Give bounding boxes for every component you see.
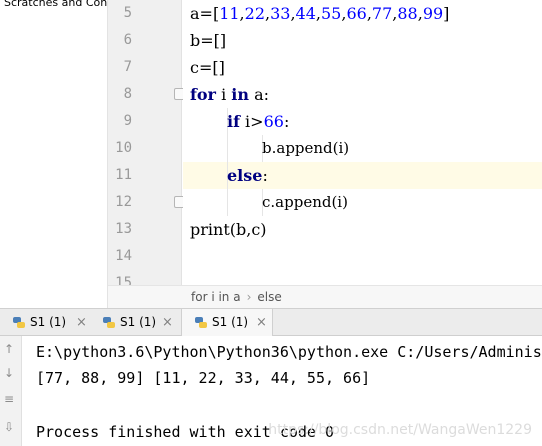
console-toolbar: ↑ ↓ ≡ ⇩ [0,336,22,446]
run-tab-2[interactable]: S1 (1) × [90,309,185,336]
arrow-up-icon[interactable]: ↑ [4,342,14,356]
code-line-if[interactable]: if i>66: [227,108,289,135]
run-tab-3[interactable]: S1 (1) × [181,309,273,336]
line-number: 12 [115,194,132,210]
soft-wrap-icon[interactable]: ≡ [4,392,14,406]
close-tab-icon[interactable]: × [76,309,87,336]
run-tab-label: S1 (1) [212,315,249,329]
code-line-else[interactable]: else: [227,162,268,189]
code-line-b-append[interactable]: b.append(i) [262,135,349,162]
line-number: 13 [115,221,132,237]
scroll-end-icon[interactable]: ⇩ [4,420,14,434]
gutter-footer [108,285,183,308]
breadcrumb-item-else[interactable]: else [257,290,281,304]
breadcrumb: for i in a › else [183,285,542,308]
line-number: 14 [115,248,132,264]
line-number: 10 [115,140,132,156]
run-tab-label: S1 (1) [30,315,67,329]
python-icon [195,317,207,328]
breadcrumb-item-for[interactable]: for i in a [191,290,241,304]
line-number: 8 [123,86,132,102]
run-tab-1[interactable]: S1 (1) × [0,309,95,336]
arrow-down-icon[interactable]: ↓ [4,366,14,380]
line-number: 9 [123,113,132,129]
line-number: 6 [123,32,132,48]
close-tab-icon[interactable]: × [256,309,267,336]
code-editor[interactable]: a=[11,22,33,44,55,66,77,88,99] b=[] c=[]… [183,0,542,285]
python-icon [13,317,25,328]
python-icon [103,317,115,328]
code-line-print[interactable]: print(b,c) [190,216,267,243]
code-line-a[interactable]: a=[11,22,33,44,55,66,77,88,99] [190,0,449,27]
breadcrumb-separator: › [246,290,252,304]
console-command-line: E:\python3.6\Python\Python36\python.exe … [36,343,542,361]
console-output-line: [77, 88, 99] [11, 22, 33, 44, 55, 66] [36,369,371,387]
scratches-label[interactable]: Scratches and Con [4,0,107,9]
run-tool-window-tabs: S1 (1) × S1 (1) × S1 (1) × [0,308,542,336]
line-number: 7 [123,59,132,75]
project-panel: Scratches and Con [0,0,108,308]
code-line-b[interactable]: b=[] [190,27,226,54]
code-line-c[interactable]: c=[] [190,54,225,81]
run-tab-label: S1 (1) [120,315,157,329]
code-line-for[interactable]: for i in a: [190,81,269,108]
editor-gutter: 5 6 7 8 9 10 11 12 13 14 15 [108,0,186,291]
line-number: 11 [115,167,132,183]
line-number: 5 [123,5,132,21]
watermark: https://blog.csdn.net/WangaWen1229 [268,422,532,438]
code-line-c-append[interactable]: c.append(i) [262,189,348,216]
close-tab-icon[interactable]: × [162,309,173,336]
run-console[interactable]: E:\python3.6\Python\Python36\python.exe … [22,336,542,446]
